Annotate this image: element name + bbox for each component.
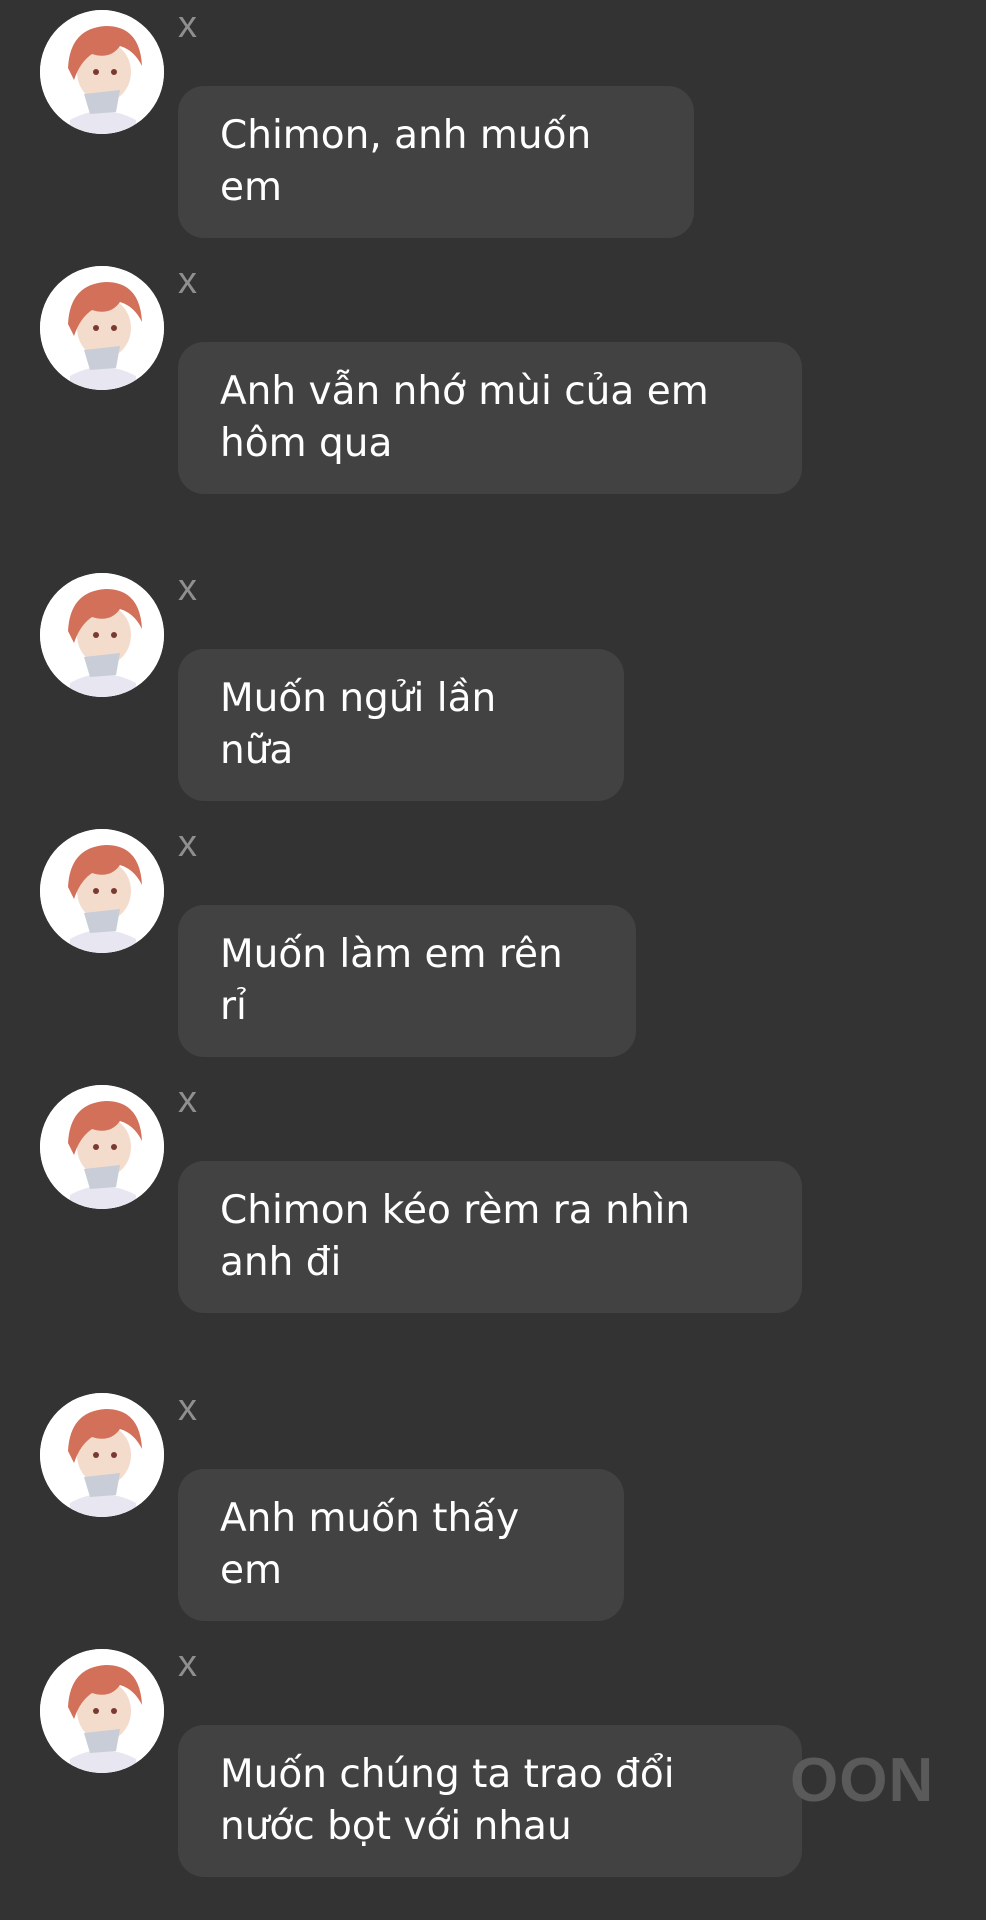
message-bubble[interactable]: Chimon kéo rèm ra nhìn anh đi xyxy=(178,1161,802,1313)
anime-boy-avatar-icon xyxy=(40,1085,164,1209)
sender-name: x xyxy=(178,260,197,302)
sender-name: x xyxy=(178,1387,197,1429)
sender-name: x xyxy=(178,1643,197,1685)
avatar[interactable] xyxy=(40,1085,164,1209)
message-bubble[interactable]: Muốn chúng ta trao đổi nước bọt với nhau xyxy=(178,1725,802,1877)
message-bubble[interactable]: Anh vẫn nhớ mùi của em hôm qua xyxy=(178,342,802,494)
avatar[interactable] xyxy=(40,829,164,953)
message-row: x Anh muốn thấy em xyxy=(0,1383,986,1621)
avatar[interactable] xyxy=(40,10,164,134)
anime-boy-avatar-icon xyxy=(40,10,164,134)
sender-name: x xyxy=(178,4,197,46)
message-row: x Chimon, anh muốn em xyxy=(0,0,986,238)
sender-name: x xyxy=(178,823,197,865)
sender-name: x xyxy=(178,567,197,609)
message-row: x Chimon kéo rèm ra nhìn anh đi xyxy=(0,1075,986,1345)
anime-boy-avatar-icon xyxy=(40,829,164,953)
avatar[interactable] xyxy=(40,1393,164,1517)
message-row: x Muốn ngửi lần nữa xyxy=(0,563,986,801)
message-bubble[interactable]: Muốn làm em rên rỉ xyxy=(178,905,636,1057)
message-bubble[interactable]: Muốn ngửi lần nữa xyxy=(178,649,624,801)
message-bubble[interactable]: Chimon, anh muốn em xyxy=(178,86,694,238)
avatar[interactable] xyxy=(40,266,164,390)
avatar[interactable] xyxy=(40,1649,164,1773)
anime-boy-avatar-icon xyxy=(40,266,164,390)
avatar[interactable] xyxy=(40,573,164,697)
message-bubble[interactable]: Anh muốn thấy em xyxy=(178,1469,624,1621)
anime-boy-avatar-icon xyxy=(40,1649,164,1773)
message-row: x Muốn làm em rên rỉ xyxy=(0,819,986,1057)
message-row: x Anh vẫn nhớ mùi của em hôm qua xyxy=(0,256,986,526)
sender-name: x xyxy=(178,1079,197,1121)
watermark: OON xyxy=(790,1746,935,1815)
chat-thread: x Chimon, anh muốn em x Anh vẫn nhớ mùi … xyxy=(0,0,986,1920)
anime-boy-avatar-icon xyxy=(40,573,164,697)
anime-boy-avatar-icon xyxy=(40,1393,164,1517)
